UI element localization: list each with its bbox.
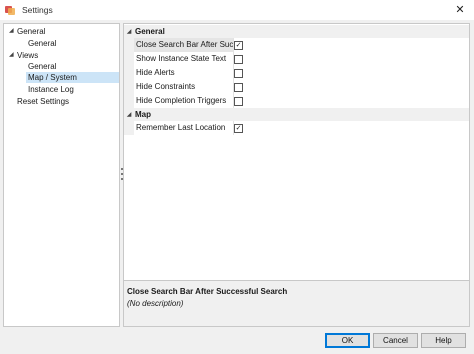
tree-item-label: General: [28, 62, 57, 71]
close-icon[interactable]: ✕: [454, 4, 466, 16]
show-instance-state-text-checkbox[interactable]: [234, 55, 243, 64]
close-search-bar-checkbox[interactable]: ✓: [234, 41, 243, 50]
collapse-arrow-icon[interactable]: ◢: [124, 111, 134, 118]
property-row-show-instance-state-text[interactable]: Show Instance State Text: [124, 52, 469, 66]
description-panel: Close Search Bar After Successful Search…: [124, 280, 469, 326]
hide-alerts-checkbox[interactable]: [234, 69, 243, 78]
tree-item-general-general[interactable]: General: [28, 38, 119, 49]
property-row-hide-alerts[interactable]: Hide Alerts: [124, 66, 469, 80]
tree-item-label: Reset Settings: [17, 97, 70, 106]
category-label: General: [135, 27, 165, 36]
tree-item-label: General: [17, 27, 46, 36]
tree-item-reset-settings[interactable]: Reset Settings: [17, 96, 119, 107]
hide-constraints-checkbox[interactable]: [234, 83, 243, 92]
description-text: (No description): [127, 299, 184, 308]
tree-item-views-general[interactable]: General: [28, 61, 119, 72]
settings-app-icon: [5, 5, 15, 15]
remember-last-location-checkbox[interactable]: ✓: [234, 124, 243, 133]
property-name: Hide Alerts: [136, 68, 175, 77]
tree-item-instance-log[interactable]: Instance Log: [28, 84, 119, 95]
property-name: Hide Constraints: [136, 82, 196, 91]
tree-item-general[interactable]: ◢ General: [9, 26, 119, 37]
ok-button[interactable]: OK: [325, 333, 370, 348]
help-button[interactable]: Help: [421, 333, 466, 348]
tree-item-label: General: [28, 39, 57, 48]
category-map[interactable]: ◢ Map: [124, 108, 469, 121]
property-row-remember-last-location[interactable]: Remember Last Location ✓: [124, 121, 469, 135]
title-bar: Settings ✕: [0, 0, 474, 20]
property-list: ◢ General Close Search Bar After Success…: [124, 24, 469, 280]
property-name: Remember Last Location: [136, 123, 226, 132]
property-row-close-search-bar[interactable]: Close Search Bar After Successful Search…: [124, 38, 469, 52]
tree-item-label: Views: [17, 51, 39, 60]
property-row-hide-constraints[interactable]: Hide Constraints: [124, 80, 469, 94]
property-grid: ◢ General Close Search Bar After Success…: [123, 23, 470, 327]
description-title: Close Search Bar After Successful Search: [127, 287, 288, 296]
tree-item-map-system[interactable]: Map / System: [26, 72, 119, 83]
property-name: Show Instance State Text: [136, 54, 227, 63]
category-general[interactable]: ◢ General: [124, 25, 469, 38]
tree-item-label: Map / System: [28, 73, 77, 82]
property-name: Close Search Bar After Successful Search: [134, 38, 233, 52]
tree-item-views[interactable]: ◢ Views: [9, 50, 119, 61]
cancel-button[interactable]: Cancel: [373, 333, 418, 348]
collapse-arrow-icon[interactable]: ◢: [124, 28, 134, 35]
collapse-arrow-icon[interactable]: ◢: [9, 26, 14, 37]
collapse-arrow-icon[interactable]: ◢: [9, 50, 14, 61]
property-row-hide-completion-triggers[interactable]: Hide Completion Triggers: [124, 94, 469, 108]
property-name: Hide Completion Triggers: [136, 96, 227, 105]
window-title: Settings: [22, 5, 53, 15]
category-label: Map: [135, 110, 151, 119]
settings-tree: ◢ General General ◢ Views Map / System G…: [3, 23, 120, 327]
tree-item-label: Instance Log: [28, 85, 74, 94]
hide-completion-triggers-checkbox[interactable]: [234, 97, 243, 106]
